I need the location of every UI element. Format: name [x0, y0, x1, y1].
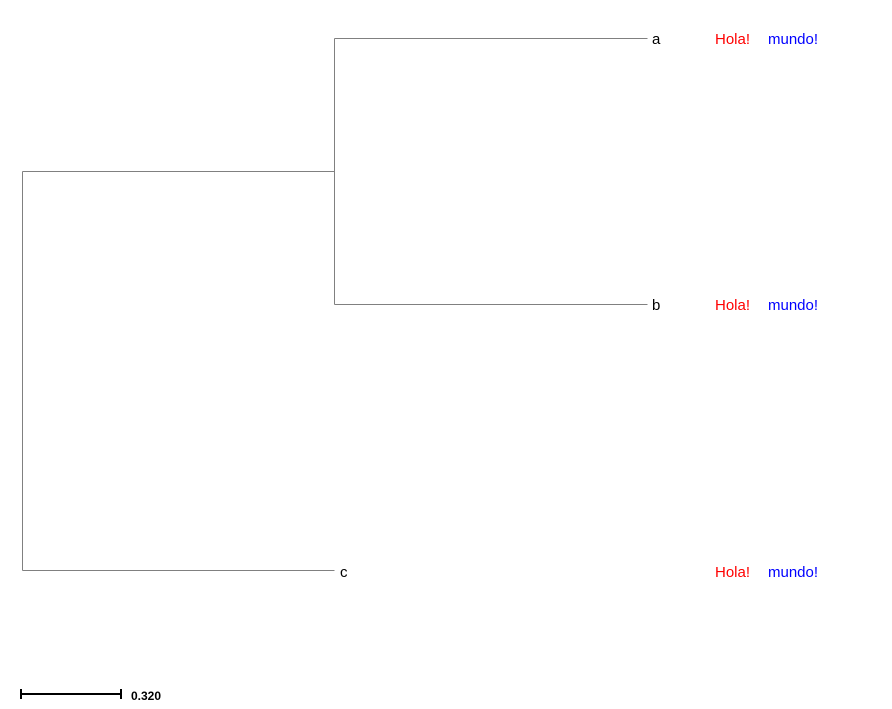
- face-mundo-b: mundo!: [768, 297, 818, 314]
- scale-bar-label: 0.320: [131, 689, 161, 703]
- scale-bar: 0.320: [20, 689, 161, 703]
- leaf-label-b: b: [652, 297, 660, 314]
- leaf-label-a: a: [652, 31, 661, 48]
- phylogenetic-tree: a b c Hola! mundo! Hola! mundo! Hola! mu…: [20, 31, 818, 703]
- face-hola-a: Hola!: [715, 31, 750, 48]
- face-hola-c: Hola!: [715, 564, 750, 581]
- face-mundo-c: mundo!: [768, 564, 818, 581]
- face-mundo-a: mundo!: [768, 31, 818, 48]
- leaf-label-c: c: [340, 564, 348, 581]
- face-hola-b: Hola!: [715, 297, 750, 314]
